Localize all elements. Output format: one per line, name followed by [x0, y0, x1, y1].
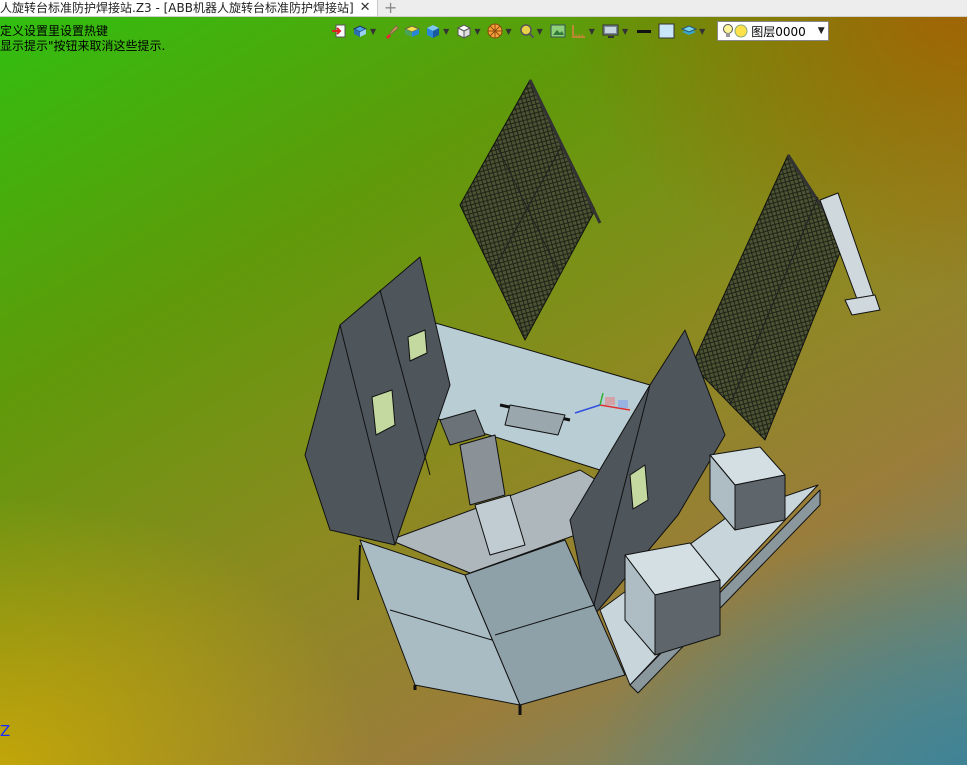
brush-button[interactable] [382, 21, 400, 41]
close-tab-icon[interactable]: ✕ [360, 0, 371, 16]
color-swatch-icon [658, 23, 675, 39]
shaded-box-button[interactable] [403, 21, 421, 41]
right-mesh-door [691, 154, 846, 441]
power-unit [709, 446, 786, 531]
box-shade-icon [403, 25, 421, 37]
line-style-button[interactable] [634, 21, 654, 41]
document-tab[interactable]: 人旋转台标准防护焊接站.Z3 - [ABB机器人旋转台标准防护焊接站] ✕ [0, 0, 378, 16]
view-orientation-button[interactable]: ▼ [351, 21, 379, 41]
layer-name: 图层0000 [751, 24, 806, 39]
measure-button[interactable]: ▼ [570, 21, 598, 41]
lightbulb-icon [723, 24, 734, 37]
exit-sketch-button[interactable] [330, 21, 348, 41]
cube-blue-icon [427, 25, 440, 38]
wheel-icon [487, 23, 503, 39]
hint-text-line-2: 显示提示"按钮来取消这些提示. [0, 39, 166, 53]
zoom-button[interactable]: ▼ [518, 21, 546, 41]
exit-icon [332, 24, 346, 38]
hint-text-line-1: 定义设置里设置热键 [0, 24, 109, 38]
document-tab-bar: 人旋转台标准防护焊接站.Z3 - [ABB机器人旋转台标准防护焊接站] ✕ + [0, 0, 967, 17]
image-icon [550, 24, 566, 38]
line-style-icon [637, 30, 652, 33]
layer-manager-button[interactable]: ▼ [680, 21, 708, 41]
brush-icon [386, 25, 399, 39]
color-swatch-button[interactable] [657, 21, 677, 41]
view-orient-icon [352, 25, 368, 37]
layers-icon [680, 25, 698, 35]
layer-dropdown[interactable]: 图层0000 ▼ [717, 21, 830, 41]
view-toolbar: ▼ ▼ ▼ ▼ ▼ ▼ ▼ ▼ 图层0000 ▼ [330, 20, 830, 42]
axis-indicator-z: Z [0, 722, 11, 740]
model-viewport[interactable] [300, 75, 900, 725]
solid-cube-button[interactable]: ▼ [424, 21, 452, 41]
cube-white-icon [457, 24, 472, 39]
layer-color-icon [734, 24, 748, 38]
wire-cube-button[interactable]: ▼ [455, 21, 483, 41]
display-button[interactable]: ▼ [601, 21, 631, 41]
tab-title: 人旋转台标准防护焊接站.Z3 - [ABB机器人旋转台标准防护焊接站] [0, 1, 354, 15]
image-button[interactable] [549, 21, 567, 41]
ruler-icon [571, 25, 585, 38]
left-mesh-door [459, 79, 596, 341]
zoom-icon [519, 24, 534, 39]
monitor-icon [602, 24, 619, 38]
chevron-down-icon: ▼ [817, 26, 825, 36]
new-tab-button[interactable]: + [378, 0, 404, 16]
render-style-button[interactable]: ▼ [486, 21, 514, 41]
